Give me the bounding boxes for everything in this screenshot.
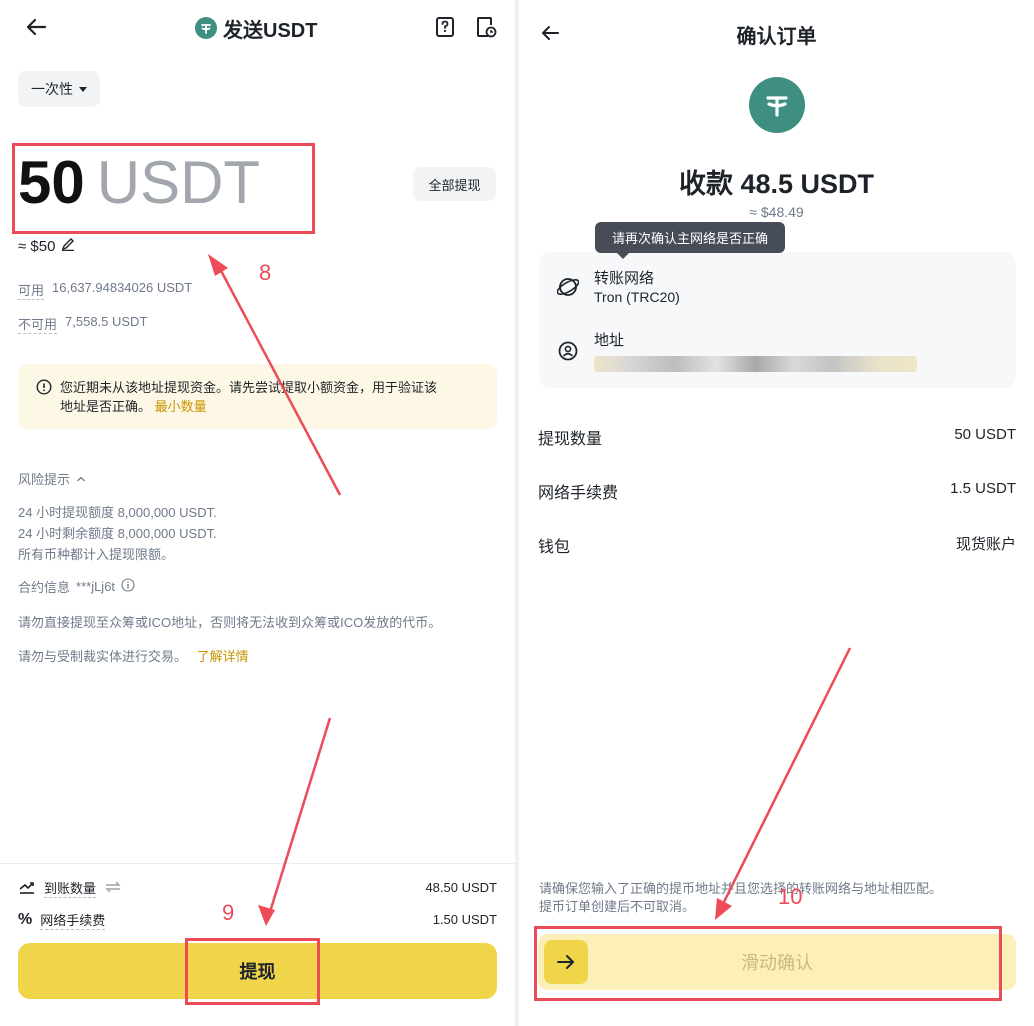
confirm-panel: 确认订单 收款 48.5 USDT ≈ $48.49 转账网络 Tron (TR… [519, 0, 1034, 1026]
withdraw-panel: 发送USDT 一次性 50 USDT 全部提现 ≈ $50 可用 16,637.… [0, 0, 515, 1026]
annotation-arrow [715, 647, 852, 920]
annotation-arrows [208, 254, 342, 926]
